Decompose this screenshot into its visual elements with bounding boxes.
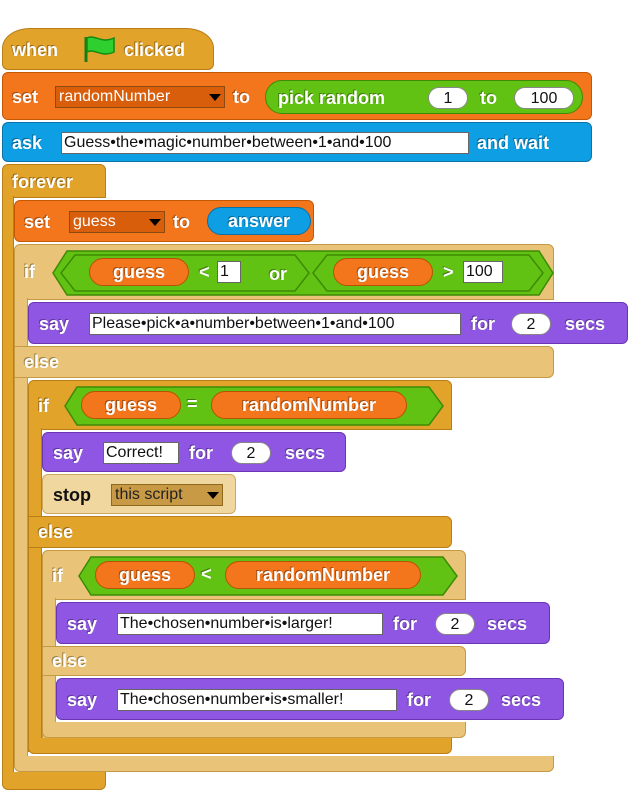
ask-label: ask	[12, 133, 43, 153]
guess-reporter[interactable]: guess	[81, 391, 181, 419]
random-number-reporter[interactable]: randomNumber	[225, 561, 421, 589]
variable-dropdown[interactable]: guess	[69, 211, 165, 233]
set-label: set	[12, 87, 39, 107]
say-text-input[interactable]: Please•pick•a•number•between•1•and•100	[89, 313, 461, 335]
say-for-secs-block[interactable]: say The•chosen•number•is•smaller! for 2 …	[56, 678, 564, 720]
else-label: else	[52, 651, 88, 671]
max-input[interactable]: 100	[463, 261, 503, 283]
else-3: else	[42, 646, 466, 676]
forever-arm	[2, 196, 14, 778]
secs-label: secs	[501, 690, 542, 710]
set-random-number-block[interactable]: set randomNumber to pick random 1 to 100	[2, 72, 592, 120]
set-label: set	[24, 212, 51, 232]
for-label: for	[393, 614, 417, 634]
secs-input[interactable]: 2	[231, 442, 271, 464]
less-than-label: <	[199, 262, 210, 282]
forever-block[interactable]: forever	[2, 164, 106, 198]
greater-than-label: >	[443, 262, 454, 282]
variable-dropdown[interactable]: randomNumber	[55, 86, 225, 108]
secs-input[interactable]: 2	[435, 613, 475, 635]
say-text-input[interactable]: Correct!	[103, 442, 179, 464]
if-else-block-3[interactable]: if guess < randomNumber	[42, 550, 466, 600]
random-number-reporter[interactable]: randomNumber	[211, 391, 407, 419]
else-1: else	[14, 346, 554, 378]
random-min-input[interactable]: 1	[428, 87, 468, 109]
variable-name: randomNumber	[59, 88, 171, 105]
else-2: else	[28, 516, 452, 548]
green-flag-icon	[84, 36, 115, 62]
stop-label: stop	[53, 485, 91, 505]
guess-reporter[interactable]: guess	[95, 561, 195, 589]
say-label: say	[67, 614, 98, 634]
when-label: when	[12, 40, 59, 60]
say-label: say	[53, 443, 84, 463]
if-else-block-1[interactable]: if guess < 1 or guess > 100	[14, 244, 554, 300]
stop-block[interactable]: stop this script	[42, 474, 236, 514]
random-max-input[interactable]: 100	[514, 87, 574, 109]
secs-label: secs	[565, 314, 606, 334]
for-label: for	[189, 443, 213, 463]
if-else-bottom-2	[28, 738, 452, 754]
question-input[interactable]: Guess•the•magic•number•between•1•and•100	[61, 132, 469, 154]
to-label: to	[173, 212, 190, 232]
pick-random-reporter[interactable]: pick random 1 to 100	[265, 80, 583, 114]
secs-label: secs	[285, 443, 326, 463]
ask-and-wait-block[interactable]: ask Guess•the•magic•number•between•1•and…	[2, 122, 592, 162]
pick-random-label: pick random	[278, 88, 386, 108]
to-label: to	[233, 87, 250, 107]
say-for-secs-block[interactable]: say The•chosen•number•is•larger! for 2 s…	[56, 602, 550, 644]
secs-label: secs	[487, 614, 528, 634]
say-text-input[interactable]: The•chosen•number•is•smaller!	[117, 689, 397, 711]
secs-input[interactable]: 2	[449, 689, 489, 711]
secs-input[interactable]: 2	[511, 313, 551, 335]
answer-reporter[interactable]: answer	[207, 207, 311, 235]
for-label: for	[407, 690, 431, 710]
else-label: else	[38, 522, 74, 542]
chevron-down-icon	[209, 94, 221, 101]
when-flag-clicked-block[interactable]: when clicked	[2, 28, 214, 70]
if-else-bottom-3	[42, 722, 466, 738]
less-than-label: <	[201, 564, 212, 584]
forever-bottom	[2, 772, 106, 790]
or-label: or	[269, 264, 287, 284]
for-label: for	[471, 314, 495, 334]
if-label: if	[38, 396, 49, 416]
say-for-secs-block[interactable]: say Correct! for 2 secs	[42, 432, 346, 472]
to-label: to	[480, 88, 497, 108]
say-for-secs-block[interactable]: say Please•pick•a•number•between•1•and•1…	[28, 302, 628, 344]
say-text-input[interactable]: The•chosen•number•is•larger!	[117, 613, 383, 635]
say-label: say	[67, 690, 98, 710]
if-else-bottom-1	[14, 756, 554, 772]
chevron-down-icon	[207, 492, 219, 499]
if-else-arm-2	[28, 428, 42, 752]
if-label: if	[24, 262, 35, 282]
clicked-label: clicked	[124, 40, 186, 60]
guess-reporter[interactable]: guess	[333, 258, 433, 286]
and-wait-label: and wait	[477, 133, 550, 153]
else-label: else	[24, 352, 60, 372]
variable-name: guess	[73, 213, 116, 230]
equals-label: =	[187, 394, 198, 414]
if-else-block-2[interactable]: if guess = randomNumber	[28, 380, 452, 430]
stop-option-dropdown[interactable]: this script	[111, 484, 223, 506]
forever-label: forever	[12, 172, 74, 192]
stop-option: this script	[115, 486, 183, 503]
if-label: if	[52, 566, 63, 586]
set-guess-block[interactable]: set guess to answer	[14, 200, 314, 242]
chevron-down-icon	[149, 219, 161, 226]
guess-reporter[interactable]: guess	[89, 258, 189, 286]
say-label: say	[39, 314, 70, 334]
min-input[interactable]: 1	[217, 261, 241, 283]
